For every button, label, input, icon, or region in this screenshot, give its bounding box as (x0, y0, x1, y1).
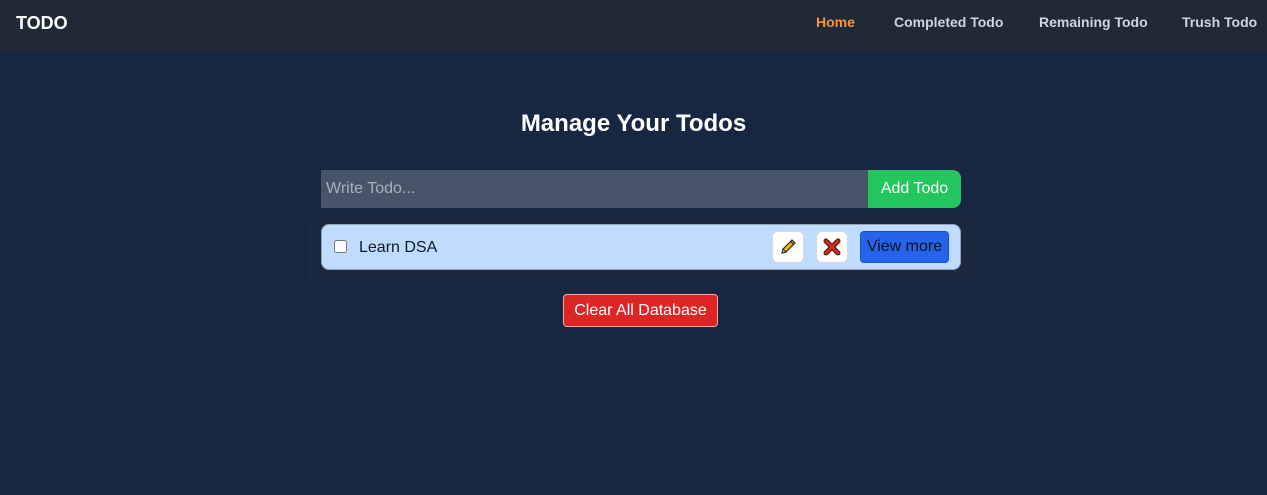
clear-all-database-button[interactable]: Clear All Database (563, 294, 718, 327)
page-title: Manage Your Todos (520, 110, 747, 137)
add-todo-form: Add Todo (321, 170, 961, 208)
nav-link-trush-todo[interactable]: Trush Todo (1182, 14, 1257, 30)
navbar: TODO Home Completed Todo Remaining Todo … (0, 0, 1267, 52)
delete-todo-button[interactable] (816, 231, 848, 263)
cross-icon (823, 238, 841, 256)
todo-input[interactable] (321, 170, 868, 208)
todo-item: Learn DSA View more (321, 224, 961, 270)
todo-text: Learn DSA (359, 239, 438, 256)
pencil-icon (781, 239, 796, 254)
edit-todo-button[interactable] (772, 231, 804, 263)
nav-link-remaining-todo[interactable]: Remaining Todo (1039, 14, 1148, 30)
todo-checkbox[interactable] (334, 240, 347, 253)
view-more-button[interactable]: View more (860, 231, 949, 263)
brand-logo[interactable]: TODO (16, 13, 68, 33)
add-todo-button[interactable]: Add Todo (868, 170, 961, 208)
nav-link-completed-todo[interactable]: Completed Todo (894, 14, 1003, 30)
nav-link-home[interactable]: Home (816, 14, 855, 30)
